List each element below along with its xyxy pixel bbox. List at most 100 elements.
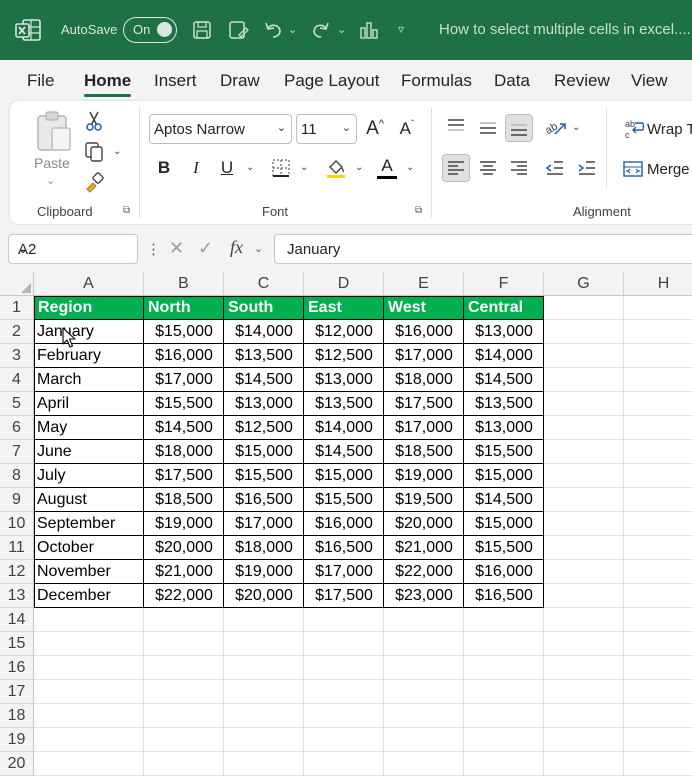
clipboard-launcher-icon[interactable]: ⧉ [123,205,130,216]
value-cell[interactable]: $13,000 [224,392,304,416]
value-cell[interactable]: $15,000 [304,464,384,488]
region-cell[interactable]: March [34,368,144,392]
font-name-select[interactable]: Aptos Narrow ⌄ [149,114,292,144]
header-cell[interactable]: North [144,296,224,320]
tab-draw[interactable]: Draw [220,71,260,91]
column-header-h[interactable]: H [624,272,692,296]
fill-color-dropdown-icon[interactable]: ⌄ [355,162,363,173]
value-cell[interactable]: $22,000 [144,584,224,608]
value-cell[interactable]: $12,000 [304,320,384,344]
save-icon[interactable] [190,18,214,42]
merge-center-button[interactable]: Merge [647,161,690,178]
align-left-icon[interactable] [442,154,470,182]
value-cell[interactable]: $16,500 [464,584,544,608]
row-header-11[interactable]: 11 [0,536,34,560]
value-cell[interactable]: $13,000 [464,416,544,440]
save-as-icon[interactable] [226,18,250,42]
value-cell[interactable]: $15,500 [304,488,384,512]
value-cell[interactable]: $14,500 [464,488,544,512]
value-cell[interactable]: $13,500 [304,392,384,416]
row-header-4[interactable]: 4 [0,368,34,392]
align-center-icon[interactable] [474,154,502,182]
redo-icon[interactable] [309,18,333,42]
value-cell[interactable]: $21,000 [144,560,224,584]
value-cell[interactable]: $19,000 [224,560,304,584]
cut-icon[interactable] [80,107,108,135]
region-cell[interactable]: May [34,416,144,440]
font-launcher-icon[interactable]: ⧉ [415,205,422,216]
region-cell[interactable]: September [34,512,144,536]
increase-indent-icon[interactable] [573,154,601,182]
row-header-8[interactable]: 8 [0,464,34,488]
tab-review[interactable]: Review [554,71,610,91]
tab-page-layout[interactable]: Page Layout [284,71,379,91]
tab-formulas[interactable]: Formulas [401,71,472,91]
value-cell[interactable]: $17,000 [384,344,464,368]
header-cell[interactable]: East [304,296,384,320]
copy-dropdown-icon[interactable]: ⌄ [113,146,121,157]
tab-view[interactable]: View [631,71,668,91]
italic-icon[interactable]: I [182,154,210,182]
value-cell[interactable]: $17,000 [224,512,304,536]
row-header-17[interactable]: 17 [0,680,34,704]
wrap-text-icon[interactable]: ab c [620,115,648,143]
value-cell[interactable]: $14,500 [144,416,224,440]
fill-color-icon[interactable] [322,154,350,182]
value-cell[interactable]: $20,000 [144,536,224,560]
column-header-e[interactable]: E [384,272,464,296]
borders-icon[interactable] [267,154,295,182]
cancel-icon[interactable]: ✕ [169,238,184,259]
bold-icon[interactable]: B [150,154,178,182]
select-all-button[interactable] [0,272,34,296]
increase-font-size-icon[interactable]: A ^ [361,115,389,143]
value-cell[interactable]: $13,500 [224,344,304,368]
value-cell[interactable]: $15,500 [144,392,224,416]
value-cell[interactable]: $18,000 [224,536,304,560]
row-header-18[interactable]: 18 [0,704,34,728]
font-color-dropdown-icon[interactable]: ⌄ [406,162,414,173]
region-cell[interactable]: July [34,464,144,488]
value-cell[interactable]: $16,500 [224,488,304,512]
region-cell[interactable]: December [34,584,144,608]
paste-label[interactable]: Paste [34,155,70,171]
value-cell[interactable]: $19,500 [384,488,464,512]
value-cell[interactable]: $12,500 [304,344,384,368]
row-header-2[interactable]: 2 [0,320,34,344]
row-header-9[interactable]: 9 [0,488,34,512]
value-cell[interactable]: $16,000 [464,560,544,584]
value-cell[interactable]: $15,500 [224,464,304,488]
row-header-7[interactable]: 7 [0,440,34,464]
tab-data[interactable]: Data [494,71,530,91]
value-cell[interactable]: $19,000 [144,512,224,536]
value-cell[interactable]: $13,000 [464,320,544,344]
value-cell[interactable]: $14,000 [224,320,304,344]
region-cell[interactable]: November [34,560,144,584]
decrease-indent-icon[interactable] [541,154,569,182]
value-cell[interactable]: $15,000 [464,512,544,536]
value-cell[interactable]: $17,000 [384,416,464,440]
value-cell[interactable]: $16,000 [304,512,384,536]
region-cell[interactable]: June [34,440,144,464]
value-cell[interactable]: $14,500 [304,440,384,464]
row-header-15[interactable]: 15 [0,632,34,656]
value-cell[interactable]: $17,500 [384,392,464,416]
region-cell[interactable]: April [34,392,144,416]
column-header-f[interactable]: F [464,272,544,296]
value-cell[interactable]: $13,000 [304,368,384,392]
header-cell[interactable]: South [224,296,304,320]
column-header-d[interactable]: D [304,272,384,296]
value-cell[interactable]: $17,000 [304,560,384,584]
value-cell[interactable]: $15,000 [464,464,544,488]
row-header-13[interactable]: 13 [0,584,34,608]
tab-file[interactable]: File [27,71,54,91]
formula-input[interactable]: January [274,234,692,264]
redo-dropdown-icon[interactable]: ⌄ [337,23,346,36]
underline-icon[interactable]: U [213,154,241,182]
value-cell[interactable]: $18,000 [144,440,224,464]
value-cell[interactable]: $15,500 [464,440,544,464]
font-size-select[interactable]: 11 ⌄ [296,114,357,144]
value-cell[interactable]: $13,500 [464,392,544,416]
header-cell[interactable]: West [384,296,464,320]
column-header-b[interactable]: B [144,272,224,296]
align-right-icon[interactable] [505,154,533,182]
